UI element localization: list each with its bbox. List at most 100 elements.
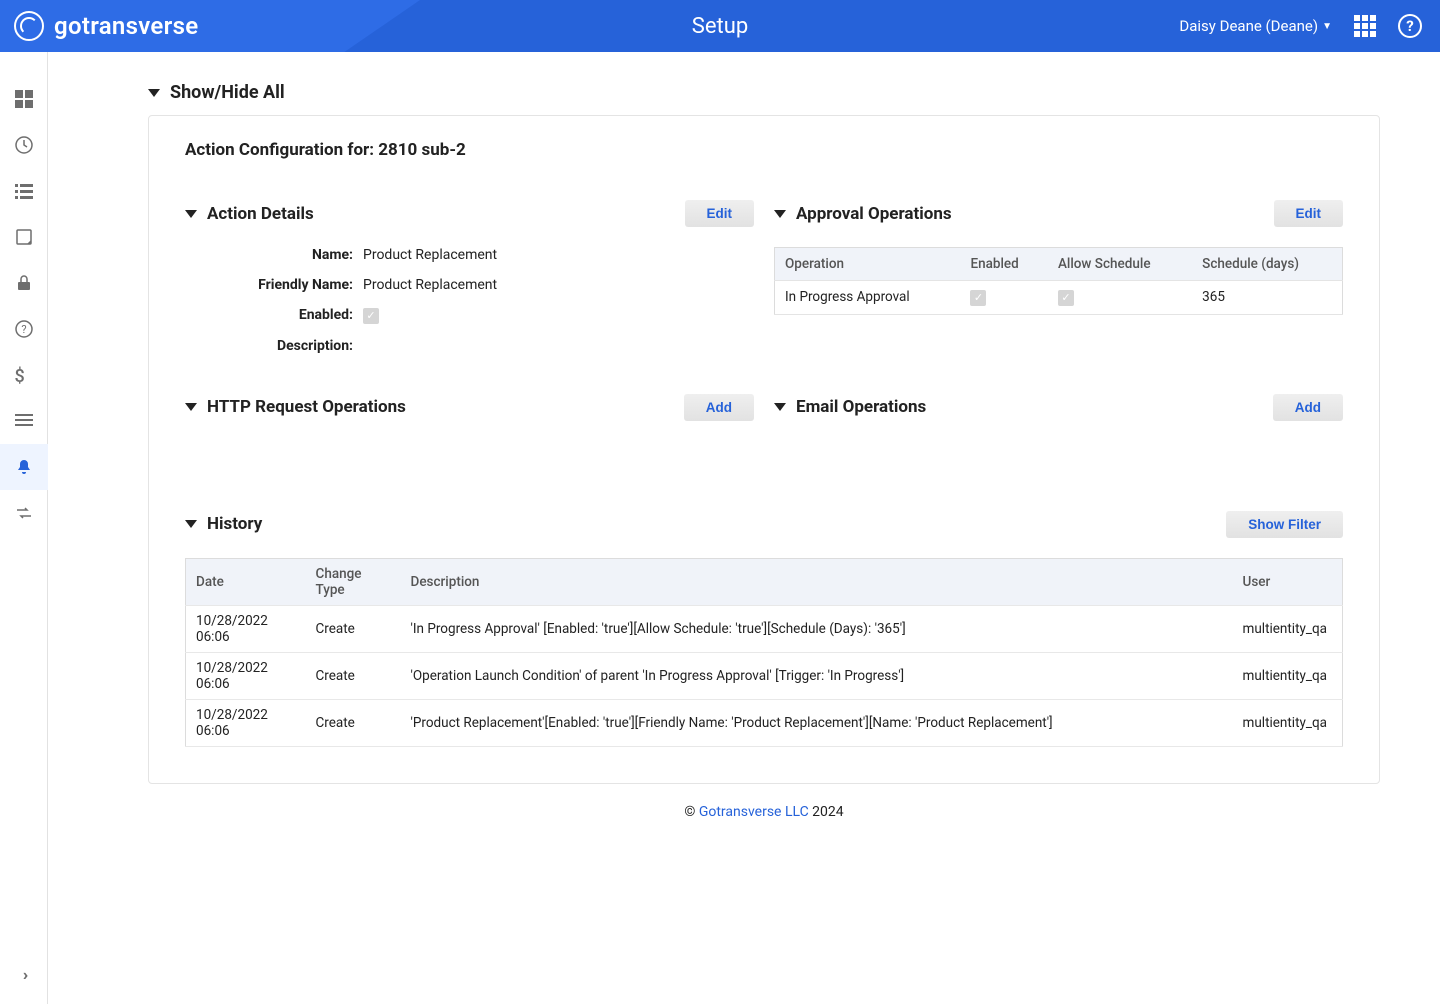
list-icon xyxy=(15,182,33,200)
sidebar-item-money[interactable]: $ xyxy=(0,352,48,398)
history-table: Date Change Type Description User 10/28/… xyxy=(185,558,1343,747)
email-operations-section: Email Operations Add xyxy=(774,394,1343,441)
grid-icon xyxy=(15,90,33,108)
add-http-button[interactable]: Add xyxy=(684,394,754,421)
col-user: User xyxy=(1233,558,1343,605)
cell-allow xyxy=(1048,281,1192,315)
user-menu[interactable]: Daisy Deane (Deane) ▼ xyxy=(1179,17,1332,35)
label-name: Name: xyxy=(203,247,353,263)
sidebar-item-list[interactable] xyxy=(0,168,48,214)
label-enabled: Enabled: xyxy=(203,307,353,324)
action-details-toggle[interactable]: Action Details xyxy=(185,204,314,224)
sidebar-item-help[interactable]: ? xyxy=(0,306,48,352)
approval-toggle[interactable]: Approval Operations xyxy=(774,204,952,224)
chevron-right-icon: ›› xyxy=(23,965,25,984)
http-operations-section: HTTP Request Operations Add xyxy=(185,394,754,441)
caret-down-icon xyxy=(774,210,786,218)
caret-down-icon xyxy=(774,403,786,411)
sidebar-item-bell[interactable] xyxy=(0,444,48,490)
caret-down-icon xyxy=(185,210,197,218)
sidebar: ? $ ›› xyxy=(0,52,48,1004)
value-description xyxy=(363,338,754,354)
table-row[interactable]: 10/28/2022 06:06 Create 'Operation Launc… xyxy=(186,652,1343,699)
note-icon xyxy=(15,228,33,246)
email-title: Email Operations xyxy=(796,397,926,417)
cell-type: Create xyxy=(306,699,401,746)
col-description: Description xyxy=(401,558,1233,605)
http-toggle[interactable]: HTTP Request Operations xyxy=(185,397,406,417)
show-hide-toggle[interactable]: Show/Hide All xyxy=(148,82,1380,103)
table-row[interactable]: 10/28/2022 06:06 Create 'In Progress App… xyxy=(186,605,1343,652)
footer-year: 2024 xyxy=(809,804,844,820)
cell-date: 10/28/2022 06:06 xyxy=(186,605,306,652)
checkbox-checked-icon xyxy=(1058,290,1074,306)
sidebar-item-menu[interactable] xyxy=(0,398,48,444)
edit-action-details-button[interactable]: Edit xyxy=(685,200,755,227)
cell-type: Create xyxy=(306,652,401,699)
page-title: Setup xyxy=(692,14,748,39)
col-allow: Allow Schedule xyxy=(1048,248,1192,281)
dollar-icon: $ xyxy=(15,366,33,384)
logo-icon xyxy=(14,11,44,41)
show-filter-button[interactable]: Show Filter xyxy=(1226,511,1343,538)
col-enabled: Enabled xyxy=(960,248,1047,281)
value-name: Product Replacement xyxy=(363,247,754,263)
footer-copy: © xyxy=(684,804,698,820)
action-details-title: Action Details xyxy=(207,204,314,224)
sidebar-expand[interactable]: ›› xyxy=(0,954,48,994)
sidebar-item-clock[interactable] xyxy=(0,122,48,168)
label-friendly: Friendly Name: xyxy=(203,277,353,293)
table-row[interactable]: 10/28/2022 06:06 Create 'Product Replace… xyxy=(186,699,1343,746)
col-schedule: Schedule (days) xyxy=(1192,248,1342,281)
sidebar-item-note[interactable] xyxy=(0,214,48,260)
history-section: History Show Filter Date Change Type Des… xyxy=(185,511,1343,747)
approval-operations-section: Approval Operations Edit Operation Enabl… xyxy=(774,200,1343,315)
clock-icon xyxy=(15,136,33,154)
svg-text:?: ? xyxy=(21,323,26,336)
cell-user: multientity_qa xyxy=(1233,605,1343,652)
sidebar-item-lock[interactable] xyxy=(0,260,48,306)
cell-enabled xyxy=(960,281,1047,315)
user-name: Daisy Deane (Deane) xyxy=(1179,17,1318,35)
show-hide-label: Show/Hide All xyxy=(170,82,285,103)
card-title: Action Configuration for: 2810 sub-2 xyxy=(185,140,1343,160)
col-date: Date xyxy=(186,558,306,605)
main-content: Show/Hide All Action Configuration for: … xyxy=(48,52,1440,840)
cell-description: 'Product Replacement'[Enabled: 'true'][F… xyxy=(401,699,1233,746)
caret-down-icon xyxy=(185,520,197,528)
label-description: Description: xyxy=(203,338,353,354)
value-enabled xyxy=(363,307,754,324)
cell-description: 'In Progress Approval' [Enabled: 'true']… xyxy=(401,605,1233,652)
action-details-section: Action Details Edit Name: Product Replac… xyxy=(185,200,754,354)
cell-user: multientity_qa xyxy=(1233,652,1343,699)
menu-icon xyxy=(15,412,33,430)
chevron-down-icon: ▼ xyxy=(1322,21,1332,32)
apps-icon[interactable] xyxy=(1354,15,1376,37)
approval-title: Approval Operations xyxy=(796,204,952,224)
footer-link[interactable]: Gotransverse LLC xyxy=(699,804,809,820)
transfer-icon xyxy=(15,504,33,522)
table-row[interactable]: In Progress Approval 365 xyxy=(775,281,1343,315)
config-card: Action Configuration for: 2810 sub-2 Act… xyxy=(148,115,1380,784)
email-toggle[interactable]: Email Operations xyxy=(774,397,926,417)
checkbox-checked-icon xyxy=(970,290,986,306)
bell-icon xyxy=(15,458,33,476)
http-title: HTTP Request Operations xyxy=(207,397,406,417)
checkbox-checked-icon xyxy=(363,308,379,324)
brand[interactable]: gotransverse xyxy=(0,11,198,41)
history-toggle[interactable]: History xyxy=(185,514,262,534)
lock-icon xyxy=(15,274,33,292)
edit-approval-button[interactable]: Edit xyxy=(1274,200,1344,227)
cell-type: Create xyxy=(306,605,401,652)
cell-date: 10/28/2022 06:06 xyxy=(186,652,306,699)
sidebar-item-transfer[interactable] xyxy=(0,490,48,536)
add-email-button[interactable]: Add xyxy=(1273,394,1343,421)
cell-schedule: 365 xyxy=(1192,281,1342,315)
footer: © Gotransverse LLC 2024 xyxy=(148,804,1380,820)
cell-operation: In Progress Approval xyxy=(775,281,961,315)
brand-name: gotransverse xyxy=(54,12,198,40)
history-title: History xyxy=(207,514,262,534)
sidebar-item-dashboard[interactable] xyxy=(0,76,48,122)
caret-down-icon xyxy=(185,403,197,411)
help-icon[interactable]: ? xyxy=(1398,14,1422,38)
